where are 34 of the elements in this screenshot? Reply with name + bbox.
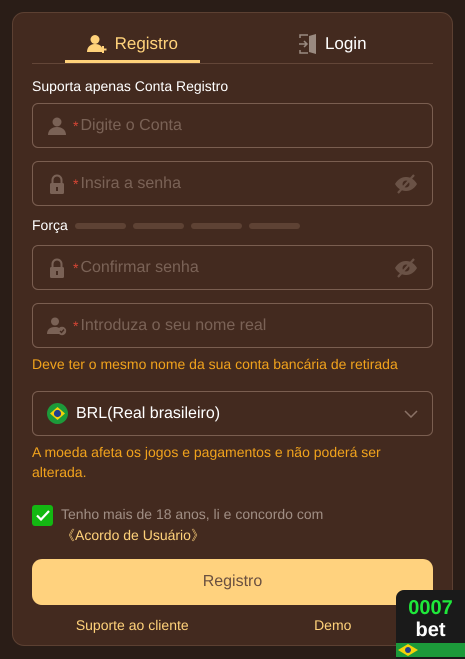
eye-off-icon[interactable]: [394, 258, 418, 278]
agreement-text: Tenho mais de 18 anos, li e concordo com 《Acordo de Usuário》: [61, 505, 324, 545]
input-text[interactable]: Digite o Conta: [80, 114, 418, 138]
strength-label: Força: [32, 216, 68, 235]
user-plus-icon: [86, 34, 107, 54]
required-mark: *: [73, 176, 78, 190]
door-enter-icon: [298, 34, 317, 54]
flag-icon: [396, 643, 465, 657]
check-icon: [36, 510, 50, 521]
user-check-icon: [47, 316, 67, 336]
agreement-link[interactable]: 《Acordo de Usuário》: [61, 527, 205, 543]
input-text[interactable]: Insira a senha: [80, 172, 388, 196]
hint-text: A moeda afeta os jogos e pagamentos e não poderá ser alterada.: [32, 443, 382, 482]
required-mark: *: [73, 260, 78, 274]
checkbox[interactable]: [32, 505, 53, 526]
tab[interactable]: Registro: [32, 27, 232, 63]
input-text[interactable]: Introduza o seu nome real: [80, 314, 418, 338]
chevron-down-icon: [404, 410, 418, 418]
input-text[interactable]: Confirmar senha: [80, 256, 388, 280]
tab[interactable]: Login: [232, 27, 433, 63]
hint-text: Deve ter o mesmo nome da sua conta bancária de retirada: [32, 355, 399, 374]
footer-link[interactable]: Suporte ao cliente: [76, 615, 189, 636]
user-icon: [47, 116, 67, 136]
required-mark: *: [73, 118, 78, 132]
eye-off-icon[interactable]: [394, 174, 418, 194]
flag-icon: [47, 403, 68, 424]
lock-icon: [49, 258, 65, 278]
app-badge[interactable]: 0007 bet: [396, 590, 465, 659]
lock-icon: [49, 174, 65, 194]
required-mark: *: [73, 318, 78, 332]
currency-select[interactable]: BRL(Real brasileiro): [32, 391, 433, 436]
account-label: Suporta apenas Conta Registro: [32, 77, 230, 96]
footer-link[interactable]: Demo: [314, 615, 352, 636]
badge-word: bet: [416, 619, 446, 641]
